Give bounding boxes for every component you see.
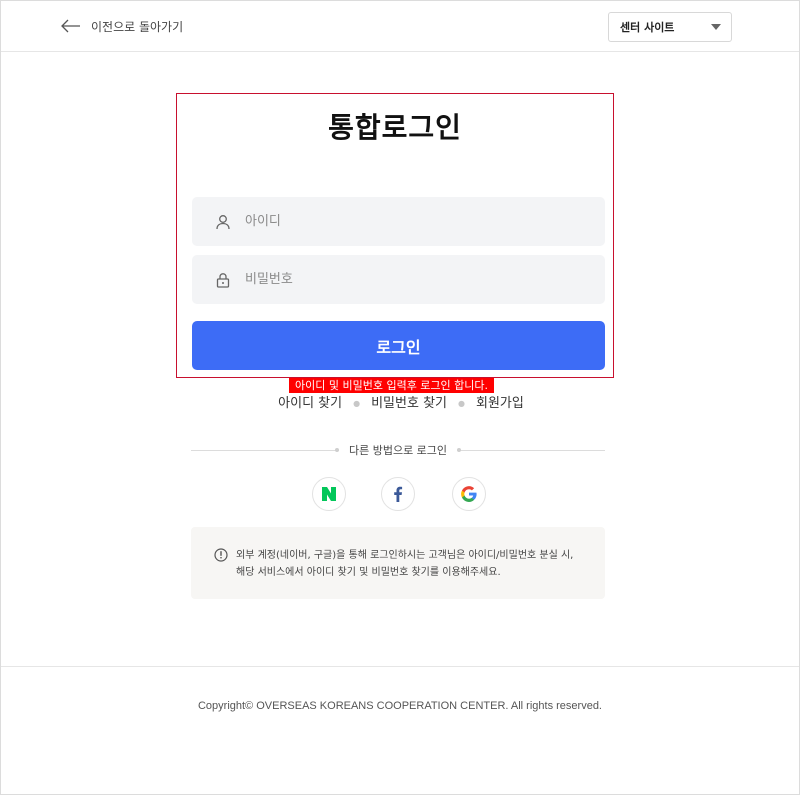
- facebook-icon: [394, 486, 403, 502]
- id-field-wrapper[interactable]: [192, 197, 605, 246]
- arrow-left-icon: [61, 19, 80, 33]
- social-login-divider: 다른 방법으로 로그인: [191, 441, 606, 459]
- copyright-text: Copyright© OVERSEAS KOREANS COOPERATION …: [197, 700, 602, 712]
- page-title: 통합로그인: [328, 111, 462, 144]
- site-select-value: 센터 사이트: [620, 21, 675, 34]
- error-message: 아이디 및 비밀번호 입력후 로그인 합니다.: [289, 378, 495, 393]
- chevron-down-icon: [711, 24, 721, 30]
- google-icon: [461, 486, 477, 502]
- id-input[interactable]: [245, 214, 565, 229]
- social-login-label: 다른 방법으로 로그인: [348, 444, 448, 457]
- account-links: 아이디 찾기 ● 비밀번호 찾기 ● 회원가입: [1, 392, 800, 411]
- back-link[interactable]: 이전으로 돌아가기: [61, 16, 183, 36]
- info-icon: [214, 548, 228, 562]
- user-icon: [216, 214, 230, 229]
- notice-box: 외부 계정(네이버, 구글)을 통해 로그인하시는 고객님은 아이디/비밀번호 …: [191, 527, 605, 599]
- back-link-label: 이전으로 돌아가기: [91, 19, 184, 34]
- divider-line: [191, 447, 339, 452]
- login-button[interactable]: 로그인: [192, 321, 605, 370]
- facebook-login-button[interactable]: [381, 477, 415, 511]
- naver-login-button[interactable]: [312, 477, 346, 511]
- find-password-link[interactable]: 비밀번호 찾기: [371, 396, 447, 411]
- footer: Copyright© OVERSEAS KOREANS COOPERATION …: [1, 666, 799, 795]
- signup-link[interactable]: 회원가입: [476, 396, 524, 411]
- naver-icon: [322, 487, 336, 501]
- password-field-wrapper[interactable]: [192, 255, 605, 304]
- notice-text: 외부 계정(네이버, 구글)을 통해 로그인하시는 고객님은 아이디/비밀번호 …: [236, 550, 574, 578]
- lock-icon: [216, 272, 230, 288]
- separator-dot: ●: [353, 399, 361, 408]
- site-select-dropdown[interactable]: 센터 사이트: [608, 12, 732, 42]
- login-form: 통합로그인 로그인: [176, 93, 614, 378]
- top-bar: 이전으로 돌아가기 센터 사이트: [1, 1, 799, 52]
- google-login-button[interactable]: [452, 477, 486, 511]
- divider-line: [457, 447, 606, 452]
- find-id-link[interactable]: 아이디 찾기: [278, 396, 342, 411]
- separator-dot: ●: [458, 399, 465, 408]
- password-input[interactable]: [245, 272, 565, 287]
